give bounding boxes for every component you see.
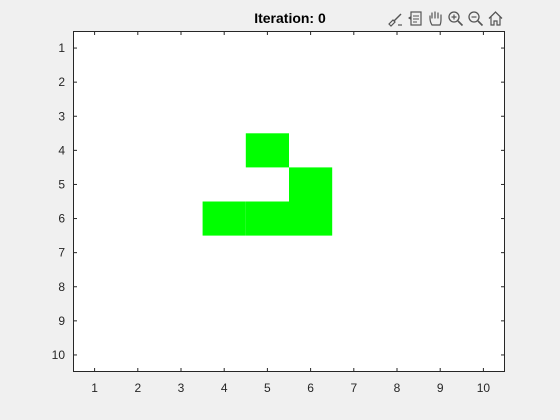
y-tick-label: 5 [58, 177, 65, 191]
live-cell [289, 167, 333, 202]
x-tick-label: 9 [437, 381, 444, 395]
game-of-life-plot: 1 2 3 4 5 6 7 8 9 10 1 2 3 4 5 6 7 8 9 10 [52, 31, 505, 395]
live-cell [202, 201, 246, 236]
y-tick-label: 2 [58, 75, 65, 89]
x-tick-label: 7 [350, 381, 357, 395]
x-tick-label: 2 [134, 381, 141, 395]
y-tick-label: 6 [58, 212, 65, 226]
y-tick-label: 8 [58, 280, 65, 294]
y-tick-label: 4 [58, 143, 65, 157]
x-tick-label: 6 [307, 381, 314, 395]
x-tick-label: 3 [178, 381, 185, 395]
live-cell [245, 201, 289, 236]
y-tick-label: 3 [58, 109, 65, 123]
y-tick-label: 1 [58, 41, 65, 55]
x-tick-label: 4 [221, 381, 228, 395]
figure-window: Iteration: 0 1 2 3 4 5 6 7 8 9 10 1 2 3 … [0, 0, 560, 420]
x-tick-label: 10 [477, 381, 491, 395]
x-tick-label: 5 [264, 381, 271, 395]
live-cell [289, 201, 333, 236]
y-tick-label: 9 [58, 314, 65, 328]
live-cell [245, 133, 289, 168]
x-tick-label: 1 [91, 381, 98, 395]
x-tick-label: 8 [394, 381, 401, 395]
y-tick-label: 10 [52, 348, 66, 362]
y-tick-label: 7 [58, 246, 65, 260]
